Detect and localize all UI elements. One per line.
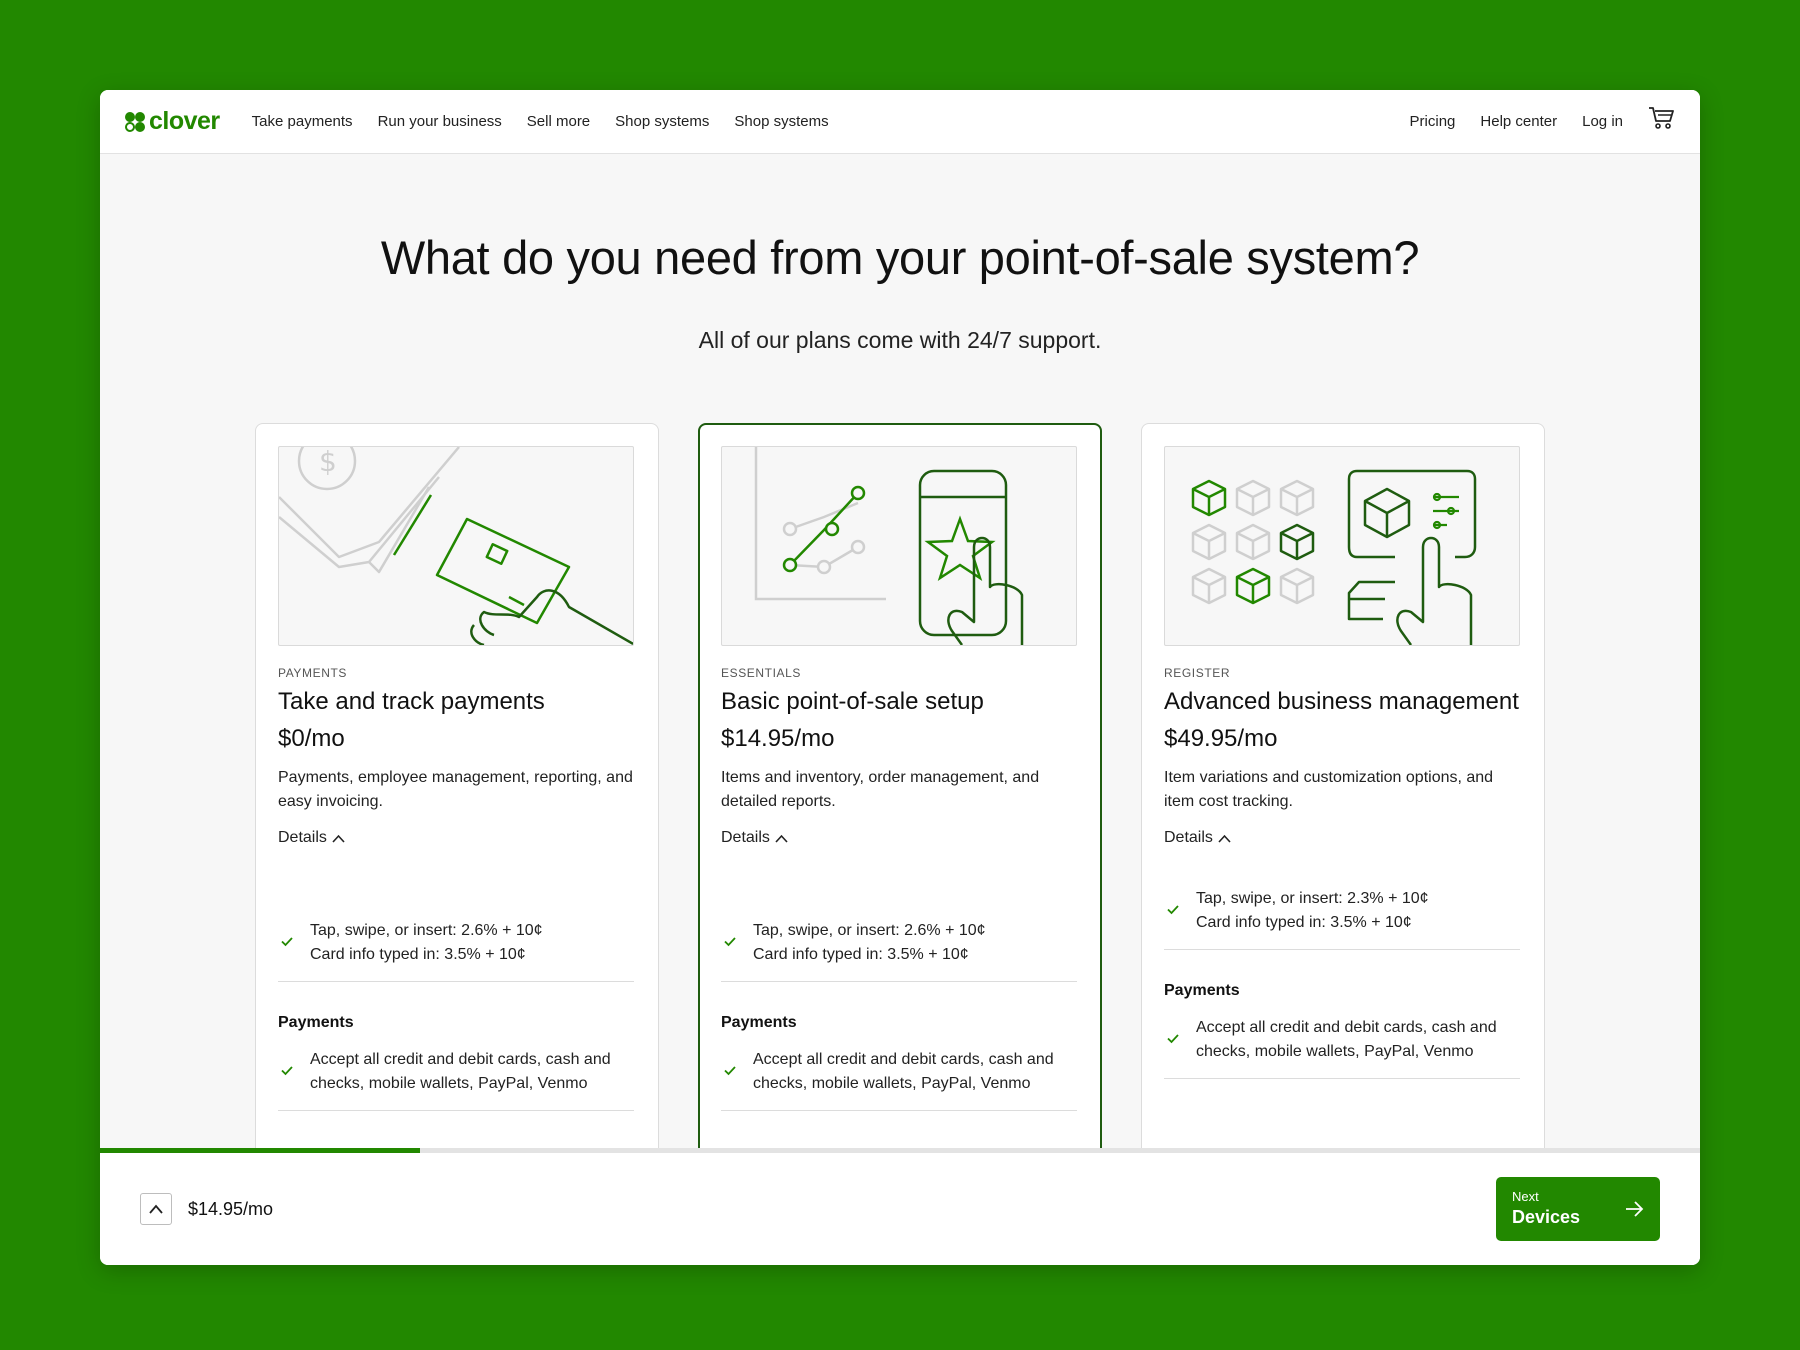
details-toggle[interactable]: Details — [721, 829, 788, 847]
plan-description: Payments, employee management, reporting… — [278, 769, 633, 810]
feature-row: Accept all credit and debit cards, cash … — [721, 1048, 1077, 1111]
section-heading-payments: Payments — [278, 1014, 354, 1031]
cart-icon[interactable] — [1648, 105, 1676, 131]
nav-help-center[interactable]: Help center — [1480, 113, 1557, 130]
checkout-footer: $14.95/mo Next Devices — [100, 1153, 1700, 1265]
nav-shop-systems-2[interactable]: Shop systems — [734, 113, 828, 130]
plan-eyebrow: REGISTER — [1164, 666, 1231, 680]
check-icon — [724, 937, 736, 947]
fee-row: Tap, swipe, or insert: 2.6% + 10¢ Card i… — [721, 919, 1077, 982]
app-window: clover Take payments Run your business S… — [100, 90, 1700, 1265]
fee-keyed: Card info typed in: 3.5% + 10¢ — [1196, 914, 1412, 931]
nav-log-in[interactable]: Log in — [1582, 113, 1623, 130]
check-icon — [724, 1066, 736, 1076]
plan-card-essentials[interactable]: ESSENTIALS Basic point-of-sale setup $14… — [698, 423, 1102, 1183]
payments-illustration: $ — [278, 446, 634, 646]
nav-sell-more[interactable]: Sell more — [527, 113, 590, 130]
clover-logo[interactable]: clover — [124, 107, 220, 136]
details-toggle[interactable]: Details — [1164, 829, 1231, 847]
plan-card-register[interactable]: REGISTER Advanced business management $4… — [1141, 423, 1545, 1183]
plan-price: $14.95/mo — [721, 725, 835, 752]
selected-plan-price: $14.95/mo — [188, 1198, 274, 1219]
nav-pricing[interactable]: Pricing — [1410, 113, 1456, 130]
nav-run-your-business[interactable]: Run your business — [378, 113, 502, 130]
section-heading-payments: Payments — [1164, 982, 1240, 999]
fee-row: Tap, swipe, or insert: 2.6% + 10¢ Card i… — [278, 919, 634, 982]
feature-row: Accept all credit and debit cards, cash … — [278, 1048, 634, 1111]
next-step-name: Devices — [1512, 1207, 1581, 1227]
next-step-label: Next — [1512, 1189, 1539, 1204]
feature-row: Accept all credit and debit cards, cash … — [1164, 1016, 1520, 1079]
inventory-illustration — [1191, 469, 1477, 645]
details-label: Details — [1164, 829, 1213, 846]
page-title: What do you need from your point-of-sale… — [380, 231, 1420, 284]
section-heading-payments: Payments — [721, 1014, 797, 1031]
fee-keyed: Card info typed in: 3.5% + 10¢ — [753, 946, 969, 963]
expand-summary-button[interactable] — [140, 1193, 172, 1225]
check-icon — [281, 1066, 293, 1076]
fee-in-person: Tap, swipe, or insert: 2.6% + 10¢ — [753, 922, 986, 939]
plan-price: $49.95/mo — [1164, 725, 1278, 752]
main-nav: Take payments Run your business Sell mor… — [252, 113, 829, 130]
chevron-up-icon — [1218, 834, 1231, 843]
top-nav-bar: clover Take payments Run your business S… — [100, 90, 1700, 154]
pos-growth-illustration — [754, 447, 1024, 645]
fee-in-person: Tap, swipe, or insert: 2.6% + 10¢ — [310, 922, 543, 939]
essentials-illustration — [721, 446, 1077, 646]
nav-take-payments[interactable]: Take payments — [252, 113, 353, 130]
logo-text: clover — [149, 107, 220, 135]
secondary-nav: Pricing Help center Log in — [1410, 106, 1676, 131]
details-toggle[interactable]: Details — [278, 829, 345, 847]
page-subtitle: All of our plans come with 24/7 support. — [698, 327, 1102, 353]
plan-description: Items and inventory, order management, a… — [721, 769, 1040, 810]
clover-logo-icon — [125, 111, 145, 132]
check-icon — [281, 937, 293, 947]
chevron-up-icon — [332, 834, 345, 843]
feature-text: Accept all credit and debit cards, cash … — [753, 1051, 1054, 1092]
plan-eyebrow: PAYMENTS — [278, 666, 348, 680]
register-illustration — [1164, 446, 1520, 646]
plan-price: $0/mo — [278, 725, 345, 752]
plan-title: Basic point-of-sale setup — [721, 688, 984, 715]
feature-text: Accept all credit and debit cards, cash … — [310, 1051, 611, 1092]
plan-title: Advanced business management — [1164, 688, 1519, 715]
card-payment-illustration: $ — [279, 447, 633, 645]
fee-in-person: Tap, swipe, or insert: 2.3% + 10¢ — [1196, 890, 1429, 907]
plan-title: Take and track payments — [278, 688, 545, 715]
plan-eyebrow: ESSENTIALS — [721, 666, 802, 680]
plan-card-payments[interactable]: $ PAYMENTS Take and track payments $0/mo… — [255, 423, 659, 1183]
arrow-right-icon — [1626, 1201, 1644, 1217]
nav-shop-systems[interactable]: Shop systems — [615, 113, 709, 130]
fee-row: Tap, swipe, or insert: 2.3% + 10¢ Card i… — [1164, 887, 1520, 950]
fee-keyed: Card info typed in: 3.5% + 10¢ — [310, 946, 526, 963]
check-icon — [1167, 905, 1179, 915]
chevron-up-icon — [775, 834, 788, 843]
plan-description: Item variations and customization option… — [1164, 769, 1494, 810]
svg-text:$: $ — [319, 447, 337, 478]
feature-text: Accept all credit and debit cards, cash … — [1196, 1019, 1497, 1060]
next-devices-button[interactable]: Next Devices — [1496, 1177, 1660, 1241]
check-icon — [1167, 1034, 1179, 1044]
details-label: Details — [278, 829, 327, 846]
chevron-up-icon — [149, 1204, 163, 1214]
details-label: Details — [721, 829, 770, 846]
